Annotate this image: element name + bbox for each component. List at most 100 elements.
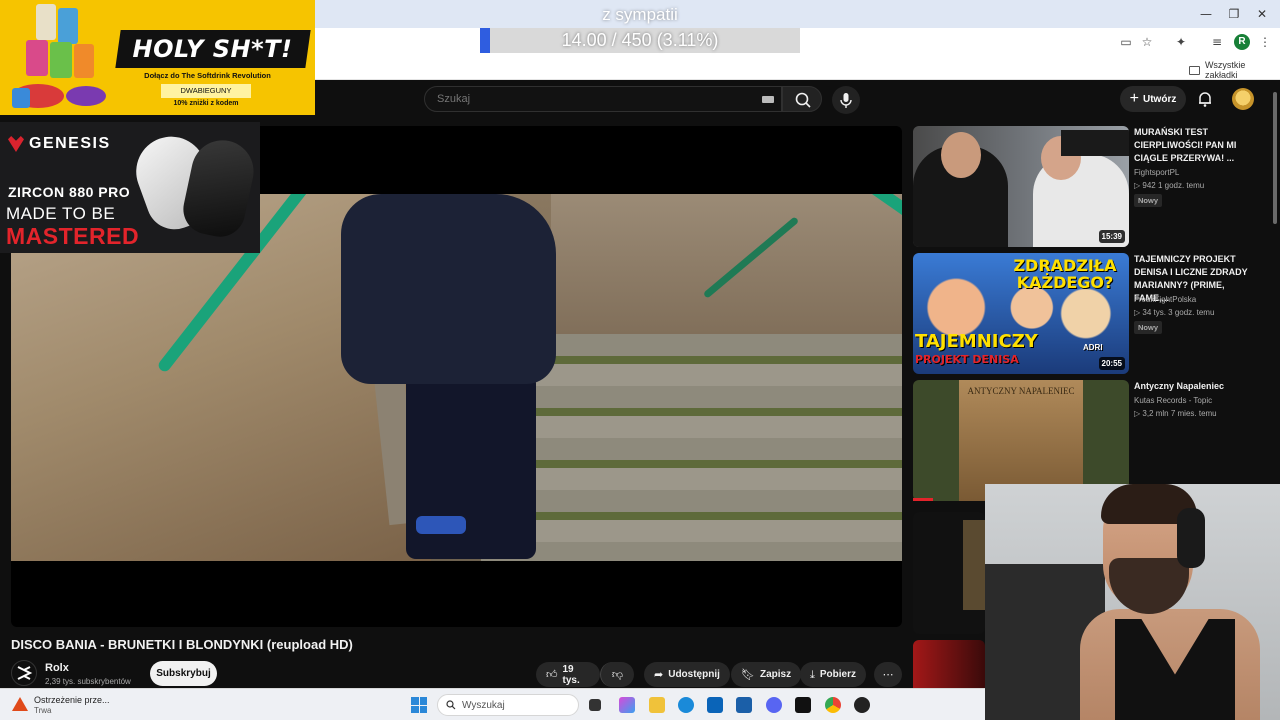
video-duration: 20:55	[1098, 357, 1125, 370]
edge-icon[interactable]	[678, 697, 694, 713]
thumbnail-text: ZDRADZIŁA KAŻDEGO?	[1013, 256, 1117, 292]
new-badge: Nowy	[1134, 321, 1163, 334]
subscriber-count: 2,39 tys. subskrybentów	[45, 677, 131, 686]
ad-tagline-emphasis: MASTERED	[6, 223, 140, 249]
thumbs-up-icon: 👍︎	[546, 668, 558, 681]
video-thumbnail[interactable]: ANTYCZNY NAPALENIEC	[913, 380, 1129, 501]
extensions-icon[interactable]: ✦	[1172, 33, 1190, 51]
share-icon: ➦	[654, 668, 664, 681]
copilot-icon[interactable]	[619, 697, 635, 713]
video-thumbnail[interactable]: 15:39	[913, 126, 1129, 247]
streaming-app-icon[interactable]	[795, 697, 811, 713]
genesis-logo-icon	[8, 136, 24, 152]
scene-person-shoe	[416, 516, 466, 534]
video-thumbnail[interactable]	[913, 640, 985, 688]
ad-subline: Dołącz do The Softdrink Revolution	[144, 71, 271, 80]
create-button[interactable]: + Utwórz	[1120, 86, 1186, 112]
sidebar-scrollbar-thumb[interactable]	[1273, 92, 1277, 224]
webcam-person-beard	[1109, 558, 1189, 614]
dislike-button[interactable]: 👎︎	[600, 662, 634, 687]
search-input[interactable]	[437, 87, 737, 111]
like-count: 19 tys.	[562, 663, 580, 686]
folder-icon	[1189, 65, 1200, 75]
close-icon[interactable]: ✕	[1252, 6, 1272, 22]
taskbar-search[interactable]: Wyszukaj	[437, 694, 579, 716]
account-avatar[interactable]	[1232, 88, 1254, 110]
ad-model: ZIRCON 880 PRO	[8, 184, 131, 200]
bookmark-icon: 🔖︎	[741, 668, 755, 681]
video-title: DISCO BANIA - BRUNETKI I BLONDYNKI (reup…	[11, 637, 353, 652]
chrome-icon[interactable]	[825, 697, 841, 713]
file-explorer-icon[interactable]	[649, 697, 665, 713]
channel-name[interactable]: Rolx	[45, 662, 69, 674]
video-thumbnail[interactable]: ZDRADZIŁA KAŻDEGO? TAJEMNICZY PROJEKT DE…	[913, 253, 1129, 374]
warning-icon[interactable]	[12, 697, 28, 711]
thumbnail-text: TAJEMNICZY	[915, 331, 1038, 352]
video-duration: 15:39	[1098, 230, 1125, 243]
album-cover-text: ANTYCZNY NAPALENIEC	[967, 386, 1075, 396]
thumbnail-text: ADRI	[1083, 343, 1103, 352]
save-label: Zapisz	[759, 669, 792, 680]
more-icon: ⋯	[882, 668, 894, 681]
voice-search-button[interactable]	[832, 86, 860, 114]
media-icon[interactable]: ≡	[1208, 33, 1226, 51]
save-button[interactable]: 🔖︎ Zapisz	[731, 662, 802, 687]
new-badge: Nowy	[1134, 194, 1163, 207]
recommendation-stats: ▷ 34 tys. 3 godz. temu	[1134, 308, 1215, 317]
notifications-bell-icon[interactable]	[1196, 90, 1214, 108]
obs-icon[interactable]	[854, 697, 870, 713]
all-bookmarks-label: Wszystkie zakładki	[1204, 60, 1246, 80]
share-button[interactable]: ➦ Udostępnij	[644, 662, 730, 687]
discord-icon[interactable]	[766, 697, 782, 713]
recommendation-title[interactable]: MURAŃSKI TEST CIERPLIWOŚCI! PAN MI CIĄGL…	[1134, 126, 1254, 165]
ad-discount-text: 10% zniżki z kodem	[173, 100, 239, 107]
recommendation-title[interactable]: Antyczny Napaleniec	[1134, 380, 1254, 393]
all-bookmarks-button[interactable]: Wszystkie zakładki	[1189, 60, 1280, 80]
recommendation-channel[interactable]: Kutas Records - Topic	[1134, 396, 1212, 405]
taskbar-widget-title[interactable]: Ostrzeżenie prze...	[34, 695, 110, 705]
ad-brand: GENESIS	[29, 135, 111, 152]
like-button[interactable]: 👍︎ 19 tys.	[536, 662, 600, 687]
drink-cans-image	[12, 4, 106, 108]
bookmark-star-icon[interactable]: ☆	[1138, 33, 1156, 51]
channel-logo-icon	[17, 666, 33, 680]
profile-avatar[interactable]: R	[1234, 34, 1250, 50]
recommendation-channel[interactable]: FreakFightPolska	[1134, 295, 1196, 304]
ad-tagline: MADE TO BE	[6, 204, 116, 223]
video-thumbnail[interactable]	[913, 512, 985, 634]
search-box[interactable]	[424, 86, 782, 112]
task-view-icon[interactable]	[589, 699, 601, 711]
sponsor-ad-holy: HOLY SH*T! Dołącz do The Softdrink Revol…	[0, 0, 315, 115]
streamer-webcam	[985, 484, 1280, 720]
headset-icon	[1177, 508, 1205, 568]
recommendation-stats: ▷ 942 1 godz. temu	[1134, 181, 1205, 190]
download-button[interactable]: ⤓ Pobierz	[800, 662, 866, 687]
scene-person-body	[341, 194, 556, 384]
minimize-icon[interactable]: —	[1196, 6, 1216, 22]
cast-icon[interactable]: ▭	[1117, 33, 1135, 51]
search-icon	[446, 700, 456, 710]
menu-icon[interactable]: ⋮	[1256, 33, 1274, 51]
windows-taskbar: Ostrzeżenie prze... Trwa Wyszukaj	[0, 688, 985, 720]
plus-icon: +	[1129, 90, 1139, 107]
ad-promo-code: DWABIEGUNY	[161, 84, 251, 98]
share-label: Udostępnij	[668, 669, 720, 680]
outlook-icon[interactable]	[707, 697, 723, 713]
recommendation-channel[interactable]: FightsportPL	[1134, 168, 1179, 177]
search-button[interactable]	[782, 86, 822, 112]
windows-start-icon[interactable]	[411, 697, 427, 713]
recommendation-stats: ▷ 3,2 mln 7 mies. temu	[1134, 409, 1217, 418]
channel-avatar[interactable]	[11, 660, 37, 686]
search-icon	[795, 92, 811, 108]
keyboard-icon[interactable]	[762, 96, 774, 103]
download-icon: ⤓	[810, 667, 815, 681]
thumbnail-text: PROJEKT DENISA	[915, 353, 1019, 366]
donation-goal-title: z sympatii	[602, 5, 678, 24]
watch-progress-bar	[913, 498, 933, 501]
thumbs-down-icon: 👎︎	[611, 668, 624, 681]
more-actions-button[interactable]: ⋯	[874, 662, 902, 687]
maximize-icon[interactable]: ❐	[1224, 6, 1244, 22]
subscribe-button[interactable]: Subskrybuj	[150, 661, 217, 686]
store-icon[interactable]	[736, 697, 752, 713]
microphone-icon	[840, 93, 852, 108]
